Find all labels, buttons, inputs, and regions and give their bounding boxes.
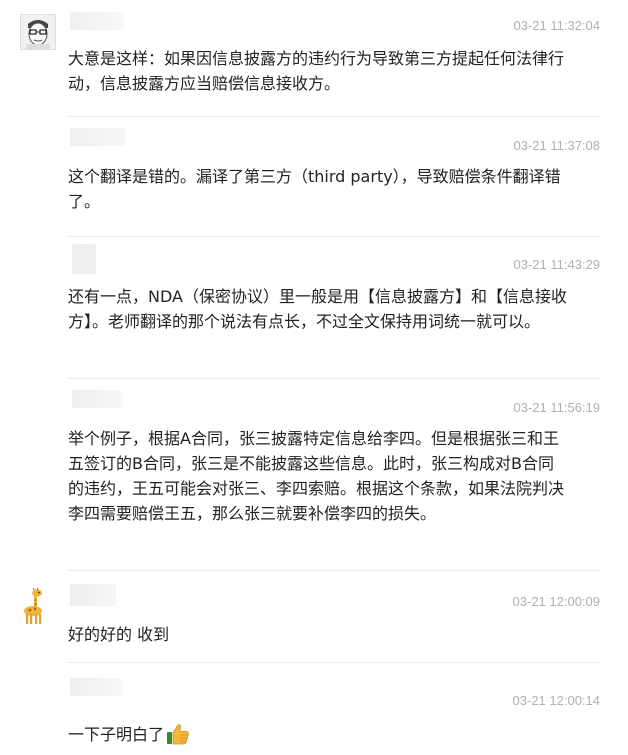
divider [68, 116, 600, 117]
thumbs-up-icon [166, 723, 190, 752]
chat-history: 03-21 11:32:04 大意是这样：如果因信息披露方的违约行为导致第三方提… [0, 0, 628, 755]
message-text: 好的好的 收到 [68, 625, 170, 644]
divider [68, 236, 600, 237]
sender-name [70, 12, 124, 30]
divider [68, 378, 600, 379]
message-timestamp: 03-21 11:43:29 [513, 257, 601, 272]
message-timestamp: 03-21 12:00:09 [512, 594, 600, 609]
message-text: 举个例子，根据A合同，张三披露特定信息给李四。但是根据张三和王五签订的B合同，张… [68, 429, 565, 523]
divider [68, 662, 600, 663]
sender-name [72, 390, 122, 408]
sender-name [70, 128, 126, 146]
cartoon-face-icon[interactable] [19, 13, 57, 51]
message-timestamp: 03-21 11:37:08 [513, 138, 601, 153]
message-text: 大意是这样：如果因信息披露方的违约行为导致第三方提起任何法律行动，信息披露方应当… [68, 49, 565, 93]
sender-name [72, 244, 96, 274]
divider [68, 570, 600, 571]
sender-name [70, 678, 122, 696]
giraffe-icon[interactable] [20, 587, 50, 626]
message-text: 一下子明白了 [68, 722, 568, 752]
sender-name [70, 584, 116, 606]
message-text: 这个翻译是错的。漏译了第三方（third party），导致赔偿条件翻译错了。 [68, 167, 561, 211]
message-text: 还有一点，NDA（保密协议）里一般是用【信息披露方】和【信息接收方】。老师翻译的… [68, 287, 567, 331]
message-timestamp: 03-21 11:56:19 [513, 400, 601, 415]
message-text-body: 一下子明白了 [68, 725, 165, 744]
message-timestamp: 03-21 12:00:14 [512, 693, 600, 708]
message-timestamp: 03-21 11:32:04 [513, 18, 601, 33]
